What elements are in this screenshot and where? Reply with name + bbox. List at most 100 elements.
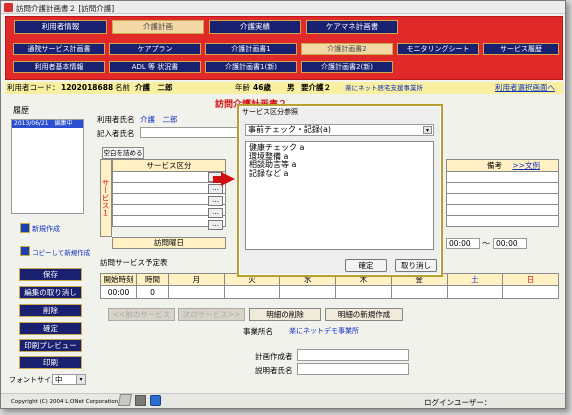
service-item-list[interactable]: 健康チェック a 環境整備 a 相談助言等 a 記録など a [245,141,434,250]
user-age: 46歳 [253,83,271,92]
biko-row[interactable] [446,204,559,216]
subtab-monitoring-sheet[interactable]: モニタリングシート [397,43,479,55]
office-label: 事業所名 [243,327,273,336]
subtab-adl-status[interactable]: ADL 等 状況書 [109,61,201,73]
next-service-button[interactable]: 次のサービス>> [178,308,245,321]
schedule-cell[interactable] [279,285,337,299]
service-category-dialog: サービス区分参照 事前チェック・記録(a) ▾ 健康チェック a 環境整備 a … [237,104,443,277]
new-create-link[interactable]: 新規作成 [32,224,60,234]
writer-label: 記入者氏名 [97,129,135,138]
print-preview-button[interactable]: 印刷プレビュー [19,339,82,352]
biko-row[interactable] [446,215,559,227]
delete-button[interactable]: 削除 [19,304,82,317]
chevron-down-icon[interactable]: ▾ [76,375,85,384]
confirm-button[interactable]: 確定 [19,322,82,335]
service-picker-button[interactable]: … [208,220,223,230]
user-info-bar: 利用者コード： 1202018688 名前 介護 二郎 年齢 46歳 男 要介護… [5,82,563,94]
red-arrowhead-icon [221,172,235,186]
schedule-cell[interactable] [390,285,448,299]
schedule-label: 訪問サービス予定表 [100,258,168,267]
login-user-label: ログインユーザー： [424,398,492,407]
schedule-cell[interactable] [168,285,225,299]
start-time-header: 開始時刻 [100,273,137,286]
care-level: 要介護２ [301,83,331,92]
service-category-header: サービス区分 [112,159,226,172]
new-detail-button[interactable]: 明細の新規作成 [325,308,403,321]
schedule-cell[interactable] [223,285,281,299]
save-button[interactable]: 保存 [19,268,82,281]
tab-caremanager-plan[interactable]: ケアマネ計画書 [306,20,398,34]
history-item[interactable]: 2013/06/21 編集中 [12,120,83,128]
subtab-care-plan-2-new[interactable]: 介護計画書2(新) [301,61,393,73]
printer-icon[interactable] [135,395,146,406]
tab-care-plan[interactable]: 介護計画 [112,20,204,34]
explainer-field[interactable] [297,363,409,375]
user-name-value: 介護 二郎 [140,115,178,124]
help-icon[interactable] [150,395,161,406]
time-from-field[interactable]: 00:00 [446,238,480,249]
biko-row[interactable] [446,182,559,194]
service-select[interactable]: 事前チェック・記録(a) ▾ [245,124,434,136]
tab-care-results[interactable]: 介護実績 [209,20,301,34]
name-label: 名前 [115,83,130,92]
dialog-title: サービス区分参照 [242,108,298,116]
schedule-cell[interactable] [502,285,559,299]
print-button[interactable]: 印刷 [19,356,82,369]
document-icon[interactable] [117,394,133,406]
schedule-cell[interactable] [446,285,504,299]
select-user-link[interactable]: 利用者選択画面へ [495,82,555,94]
history-list[interactable]: 2013/06/21 編集中 [11,119,84,214]
duration-header: 時間 [136,273,169,286]
day-header-sun: 日 [502,273,559,286]
subtab-care-plan-1-new[interactable]: 介護計画書1(新) [205,61,297,73]
writer-field[interactable] [140,127,240,138]
subtab-care-plan[interactable]: ケアプラン [109,43,201,55]
visit-day-label: 訪問曜日 [112,237,226,249]
subtab-care-plan-2[interactable]: 介護計画書2 [301,43,393,55]
age-label: 年齢 [235,83,250,92]
font-size-select[interactable]: 中 ▾ [52,374,86,385]
user-name-label: 利用者氏名 [97,115,135,124]
service-picker-button[interactable]: … [208,196,223,206]
copy-document-icon [20,246,30,256]
user-code: 1202018688 [61,83,114,92]
delete-detail-button[interactable]: 明細の削除 [249,308,321,321]
prev-service-button[interactable]: <<前のサービス [108,308,175,321]
tab-user-info[interactable]: 利用者情報 [14,20,107,34]
font-size-label: フォントサイズ [9,376,58,384]
duration-cell[interactable]: 0 [136,285,169,299]
planner-field[interactable] [297,349,409,361]
dialog-cancel-button[interactable]: 取り消し [395,259,437,272]
service-item[interactable]: 記録など a [249,169,430,179]
service-select-value: 事前チェック・記録(a) [248,125,331,134]
copyright-text: Copyright (C) 2004 L.ONet Corporation [11,399,119,405]
compact-blank-button[interactable]: 空白を詰める [102,147,144,159]
office-name: 楽にネット居宅支援事業所 [345,84,423,92]
window-title: 訪問介護計画書２ [訪問介護] [16,4,115,13]
new-document-icon [20,223,30,233]
biko-label: 備考 [487,161,502,170]
service-picker-button[interactable]: … [208,208,223,218]
subtab-care-plan-1[interactable]: 介護計画書1 [205,43,297,55]
user-sex: 男 [287,83,295,92]
title-bar: 訪問介護計画書２ [訪問介護] [1,1,565,14]
copy-create-link[interactable]: コピーして新規作成 [32,247,90,257]
day-header-sat: 土 [446,273,504,286]
subtab-user-basic-info[interactable]: 利用者基本情報 [13,61,105,73]
start-time-cell[interactable]: 00:00 [100,285,137,299]
service-side-label: サービス１ [100,159,112,237]
time-separator: ～ [482,239,490,248]
explainer-label: 説明者氏名 [255,366,293,375]
cancel-edit-button[interactable]: 編集の取り消し [19,286,82,299]
biko-row[interactable] [446,171,559,183]
dialog-ok-button[interactable]: 確定 [345,259,387,272]
time-to-field[interactable]: 00:00 [493,238,527,249]
biko-header: 備考 >>文例 [446,159,559,172]
subtab-service-history[interactable]: サービス履歴 [483,43,559,55]
template-text-link[interactable]: >>文例 [512,161,540,170]
subtab-visit-service-plan[interactable]: 通院サービス計画書 [13,43,105,55]
history-label: 履歴 [13,106,29,115]
chevron-down-icon[interactable]: ▾ [423,126,432,134]
biko-row[interactable] [446,193,559,205]
schedule-cell[interactable] [335,285,392,299]
